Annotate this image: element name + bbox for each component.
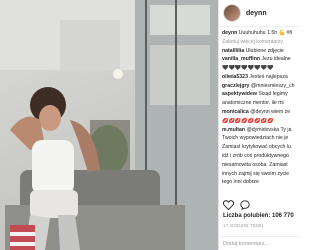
comment-row: m.multan @dymidovska Ty ja (222, 127, 298, 134)
comment-text: Jezu idealne (261, 56, 291, 63)
face (39, 105, 61, 131)
comment-text: Ulubione zdjęcie (245, 47, 284, 54)
comment-username[interactable]: graczlejgry (222, 83, 249, 89)
comment-username[interactable]: monicalica (222, 109, 249, 115)
comment-text: innych zajmij się swoim życie (222, 170, 290, 177)
comment-username[interactable]: oliwia5323 (222, 74, 248, 80)
comment-row: aspektywidew Sisąd legimy (222, 91, 298, 98)
comment-row: idź i zrób coś produktywnego (222, 153, 298, 160)
header-username[interactable]: deynn (246, 10, 267, 17)
comment-row: vanilla_muffinn Jezu idealne (222, 56, 298, 63)
load-more-comments-link[interactable]: Załaduj więcej komentarzy (222, 39, 298, 46)
comment-row: Twoich wypowiedziach nie je (222, 135, 298, 142)
comment-text: 💋💋💋💋💋💋💋💋 (222, 117, 274, 124)
add-comment-input[interactable]: Dodaj komentarz... (219, 236, 301, 250)
comment-username[interactable]: m.multan (222, 127, 245, 133)
comment-text: anatomiczne mentor. ile mi (222, 100, 284, 107)
caption: deynn Uuuhuhuhu 1.5h 💪 #fi (222, 30, 298, 37)
comment-row: 💋💋💋💋💋💋💋💋 (222, 118, 298, 125)
comment-row: monicalica @deynn wiem że (222, 109, 298, 116)
comment-text: 🖤🖤🖤🖤🖤🖤🖤🖤 (222, 65, 274, 72)
caption-text: Uuuhuhuhu 1.5h 💪 #fi (238, 30, 292, 36)
comment-row: anatomiczne mentor. ile mi (222, 100, 298, 107)
comment-text: niesamowita osoba. Zamiast (222, 161, 288, 168)
post-sidebar: deynn deynn Uuuhuhuhu 1.5h 💪 #fi Załaduj… (218, 0, 301, 250)
photo-illustration (0, 0, 218, 250)
comment-text: @deynn wiem że (250, 109, 291, 116)
comment-text: @dymidovska Ty ja (246, 126, 292, 133)
comment-username[interactable]: natalllilia (222, 48, 244, 54)
comment-row: oliwia5323 Jesteś najlepsza (222, 74, 298, 81)
comment-text: Sisąd legimy (258, 91, 288, 98)
comment-row: graczlejgry @mniesmieszy_ch (222, 83, 298, 90)
post-header: deynn (219, 0, 301, 27)
lamp-light (113, 69, 123, 79)
comment-text: tego inni dobrze (222, 179, 259, 186)
comment-row: Zamiast krytykować obcych lu (222, 144, 298, 151)
comment-text: @mniesmieszy_ch (250, 82, 295, 89)
comment-row: natalllilia Ulubione zdjęcie (222, 48, 298, 55)
comments-list: deynn Uuuhuhuhu 1.5h 💪 #fi Załaduj więce… (219, 27, 301, 186)
comment-row: tego inni dobrze (222, 179, 298, 186)
comment-text: Zamiast krytykować obcych lu (222, 144, 291, 151)
comment-username[interactable]: aspektywidew (222, 91, 257, 97)
shirt (32, 140, 74, 195)
comment-text: idź i zrób coś produktywnego (222, 152, 289, 159)
heart-icon[interactable] (223, 200, 234, 210)
comment-username[interactable]: vanilla_muffinn (222, 56, 260, 62)
post-date: 17 GODZIN TEMU (223, 223, 264, 228)
comment-row: innych zajmij się swoim życie (222, 171, 298, 178)
comment-text: Jesteś najlepsza (249, 73, 288, 80)
comment-icon[interactable] (240, 200, 250, 210)
comment-row: niesamowita osoba. Zamiast (222, 162, 298, 169)
likes-count[interactable]: Liczba polubień: 106 770 (223, 213, 294, 219)
post-photo[interactable] (0, 0, 218, 250)
avatar[interactable] (223, 4, 241, 22)
comment-row: 🖤🖤🖤🖤🖤🖤🖤🖤 (222, 65, 298, 72)
comment-text: Twoich wypowiedziach nie je (222, 135, 289, 142)
caption-username[interactable]: deynn (222, 30, 237, 36)
action-bar (223, 200, 250, 210)
